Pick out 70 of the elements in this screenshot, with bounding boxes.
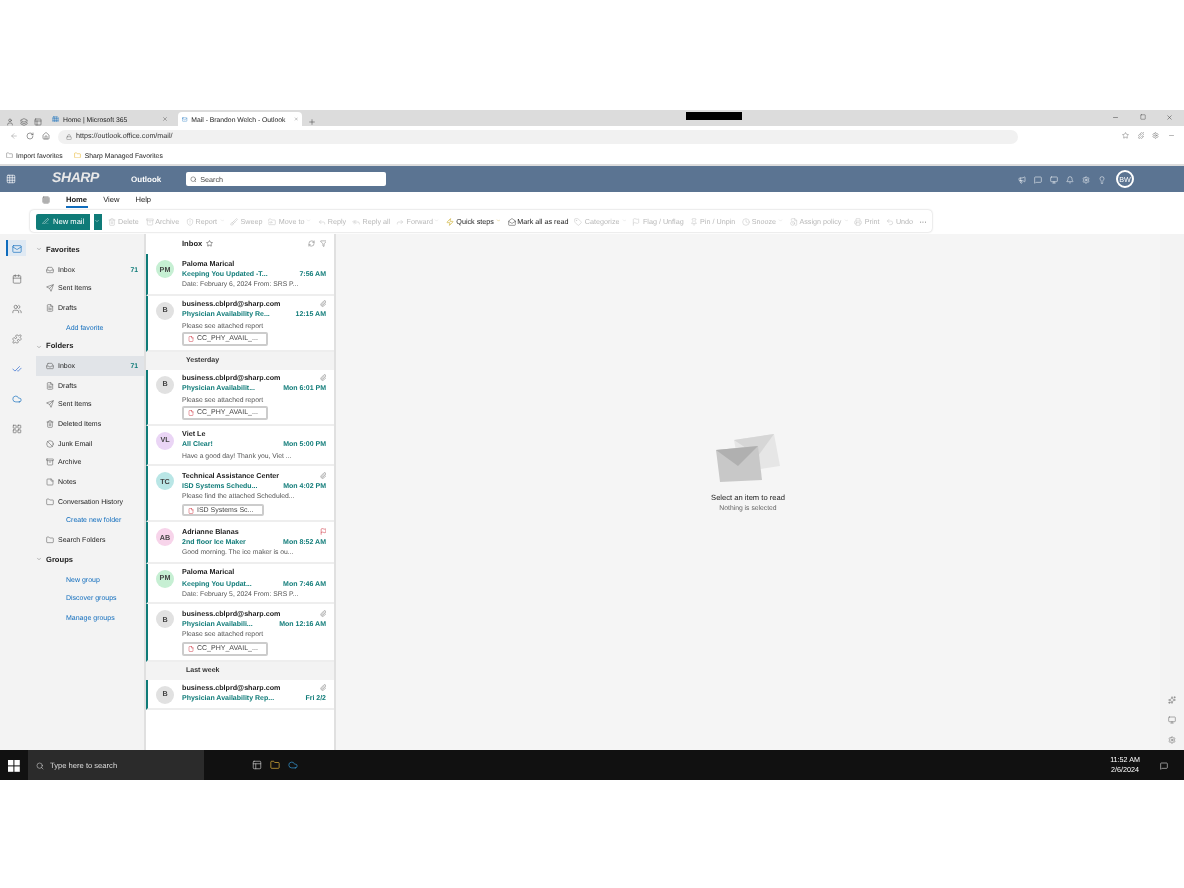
star-icon[interactable] [1122,132,1129,140]
flag-icon [319,528,326,536]
home-icon[interactable] [42,132,50,140]
junk-icon [46,439,54,448]
calendar-icon [11,273,21,283]
settings-icon[interactable] [1168,736,1176,744]
file-icon [188,645,194,652]
settings-icon[interactable] [1152,132,1159,140]
grid-icon [52,115,59,123]
mail-icon [11,243,21,253]
people-icon [11,303,21,313]
inbox-icon [46,361,54,370]
filter-icon[interactable] [319,240,326,248]
send-icon [46,284,54,293]
mail-icon [182,115,188,123]
maximize-icon[interactable] [1139,114,1145,121]
profile-icon[interactable] [6,118,14,126]
inbox-icon [46,265,54,274]
paperclip-icon [319,610,326,618]
file-icon [188,409,194,416]
workspaces-icon[interactable] [20,118,28,126]
paperclip-icon [319,300,326,308]
apps-icon [11,423,21,433]
notification-icon[interactable] [1160,761,1168,769]
megaphone-icon[interactable] [1018,175,1026,183]
chat-icon[interactable] [1034,175,1042,183]
new-tab-icon[interactable] [308,118,316,126]
puzzle-icon [11,333,21,343]
refresh-icon[interactable] [26,132,34,140]
trash-icon [46,420,54,429]
sparkle-icon[interactable] [1168,696,1176,704]
paperclip-icon [319,472,326,480]
app-rail-button[interactable] [5,240,25,256]
paperclip-icon [319,684,326,692]
monitor-icon[interactable] [1168,716,1176,724]
extensions-icon[interactable] [1137,132,1144,140]
task-view-icon[interactable] [252,760,262,770]
search-icon [36,761,44,769]
draft-icon [46,381,54,390]
folder-icon [74,151,82,159]
envelope-drawing [714,432,782,484]
star-icon [206,240,214,248]
envelope-open-icon [507,217,516,225]
lightning-icon [446,217,455,225]
file-icon [188,335,194,342]
checkmark-icon [11,363,21,373]
refresh-icon[interactable] [308,240,315,248]
lightbulb-icon[interactable] [1098,175,1106,183]
apps-icon[interactable] [6,174,16,184]
paperclip-icon [319,374,326,382]
trash-icon [108,217,116,225]
cloud-icon [11,393,21,403]
note-icon [46,478,54,487]
tab-actions-icon[interactable] [34,118,42,126]
folder-icon [6,151,13,159]
windows-icon[interactable] [8,759,20,771]
folder-icon [46,497,54,506]
folder-icon [46,536,54,545]
send-icon [46,400,54,409]
dropdown-button[interactable] [91,213,102,229]
search-icon [189,175,197,183]
file-icon [188,507,194,514]
lock-icon [66,133,72,139]
redaction-bar [686,112,742,120]
compose-icon [42,217,49,225]
draft-icon [46,303,54,312]
browser-icon[interactable] [288,760,298,770]
bell-icon[interactable] [1066,175,1074,183]
folder-icon[interactable] [270,760,280,770]
archive-icon [46,458,54,467]
